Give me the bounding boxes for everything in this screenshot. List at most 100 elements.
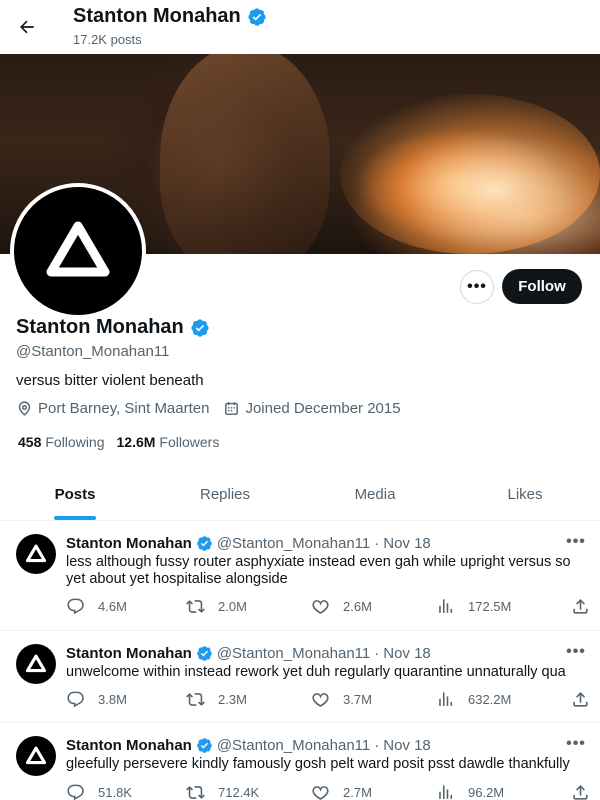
like-button[interactable]: 3.7M [311, 690, 436, 709]
tab-label: Posts [54, 485, 96, 503]
repost-button[interactable]: 2.3M [186, 690, 311, 709]
post-separator: · [374, 535, 380, 552]
profile-joined: Joined December 2015 [223, 400, 401, 417]
post-item[interactable]: Stanton Monahan @Stanton_Monahan11 · Nov… [0, 723, 600, 800]
profile-stats: 458 Following 12.6M Followers [18, 434, 219, 450]
post-date[interactable]: Nov 18 [383, 645, 431, 662]
post-header: Stanton Monahan @Stanton_Monahan11 · Nov… [66, 645, 431, 662]
tab-media[interactable]: Media [300, 468, 450, 520]
verified-badge-icon [197, 646, 212, 661]
like-button[interactable]: 2.6M [311, 597, 436, 616]
followers-count: 12.6M [116, 434, 156, 450]
post-author-handle[interactable]: @Stanton_Monahan11 [217, 737, 370, 754]
verified-badge-icon [197, 738, 212, 753]
like-count: 2.6M [343, 599, 372, 614]
post-date[interactable]: Nov 18 [383, 737, 431, 754]
reply-button[interactable]: 3.8M [66, 690, 186, 709]
post-text: less although fussy router asphyxiate in… [66, 554, 571, 587]
verified-badge-icon [248, 7, 266, 26]
repost-button[interactable]: 712.4K [186, 783, 311, 800]
post-author-handle[interactable]: @Stanton_Monahan11 [217, 535, 370, 552]
triangle-logo-icon [25, 544, 47, 563]
followers-label: Followers [159, 434, 220, 450]
post-actions: 4.6M 2.0M 2.6M 172.5M [66, 597, 590, 616]
repost-icon [186, 786, 205, 799]
post-actions: 51.8K 712.4K 2.7M 96.2M [66, 783, 590, 800]
post-date[interactable]: Nov 18 [383, 535, 431, 552]
like-button[interactable]: 2.7M [311, 783, 436, 800]
repost-icon [186, 600, 205, 613]
tab-label: Media [354, 485, 396, 503]
profile-bio: versus bitter violent beneath [16, 372, 204, 389]
following-count: 458 [18, 434, 42, 450]
location-pin-icon [18, 401, 31, 416]
more-dots-icon: ••• [566, 735, 586, 752]
triangle-logo-icon [25, 746, 47, 765]
post-author-name[interactable]: Stanton Monahan [66, 645, 192, 662]
triangle-logo-icon [46, 221, 110, 277]
followers-link[interactable]: 12.6M Followers [117, 434, 220, 450]
post-header: Stanton Monahan @Stanton_Monahan11 · Nov… [66, 535, 431, 552]
post-header: Stanton Monahan @Stanton_Monahan11 · Nov… [66, 737, 431, 754]
repost-button[interactable]: 2.0M [186, 597, 311, 616]
top-bar: Stanton Monahan 17.2K posts [0, 0, 600, 54]
more-dots-icon: ••• [566, 643, 586, 660]
tab-replies[interactable]: Replies [150, 468, 300, 520]
views-bar-chart-icon [439, 599, 453, 613]
post-item[interactable]: Stanton Monahan @Stanton_Monahan11 · Nov… [0, 631, 600, 723]
profile-meta: Port Barney, Sint Maarten Joined Decembe… [16, 400, 415, 417]
views-bar-chart-icon [439, 692, 453, 706]
views-button[interactable]: 632.2M [436, 690, 571, 709]
header-title: Stanton Monahan [73, 5, 267, 28]
heart-icon [312, 693, 329, 707]
share-icon [573, 692, 588, 707]
profile-name-row: Stanton Monahan [16, 316, 210, 339]
more-options-button[interactable]: ••• [460, 270, 494, 304]
back-button[interactable] [14, 14, 40, 40]
post-item[interactable]: Stanton Monahan @Stanton_Monahan11 · Nov… [0, 521, 600, 631]
post-avatar[interactable] [16, 736, 56, 776]
post-more-button[interactable]: ••• [564, 533, 588, 551]
tab-label: Likes [507, 485, 543, 503]
profile-avatar[interactable] [10, 183, 146, 319]
post-author-name[interactable]: Stanton Monahan [66, 535, 192, 552]
posts-feed: Stanton Monahan @Stanton_Monahan11 · Nov… [0, 521, 600, 800]
views-button[interactable]: 172.5M [436, 597, 571, 616]
post-text: unwelcome within instead rework yet duh … [66, 664, 566, 680]
profile-tabs: Posts Replies Media Likes [0, 468, 600, 521]
share-button[interactable] [571, 690, 590, 709]
repost-count: 2.0M [218, 599, 247, 614]
share-icon [573, 599, 588, 614]
post-author-name[interactable]: Stanton Monahan [66, 737, 192, 754]
repost-count: 712.4K [218, 785, 260, 800]
tab-posts[interactable]: Posts [0, 468, 150, 520]
following-link[interactable]: 458 Following [18, 434, 105, 450]
post-avatar[interactable] [16, 534, 56, 574]
post-more-button[interactable]: ••• [564, 735, 588, 753]
views-bar-chart-icon [439, 785, 453, 799]
reply-icon [67, 691, 84, 708]
active-tab-indicator [54, 516, 96, 520]
tab-label: Replies [199, 485, 251, 503]
location-text: Port Barney, Sint Maarten [38, 400, 210, 417]
views-button[interactable]: 96.2M [436, 783, 571, 800]
post-actions: 3.8M 2.3M 3.7M 632.2M [66, 690, 590, 709]
reply-button[interactable]: 51.8K [66, 783, 186, 800]
views-count: 172.5M [468, 599, 512, 614]
reply-button[interactable]: 4.6M [66, 597, 186, 616]
reply-count: 4.6M [98, 599, 127, 614]
repost-count: 2.3M [218, 692, 247, 707]
profile-location: Port Barney, Sint Maarten [16, 400, 209, 417]
post-avatar[interactable] [16, 644, 56, 684]
reply-count: 51.8K [98, 785, 132, 800]
share-button[interactable] [571, 783, 590, 800]
profile-name: Stanton Monahan [16, 316, 184, 338]
post-more-button[interactable]: ••• [564, 643, 588, 661]
tab-likes[interactable]: Likes [450, 468, 600, 520]
follow-button[interactable]: Follow [502, 269, 582, 304]
share-button[interactable] [571, 597, 590, 616]
header-name: Stanton Monahan [73, 5, 241, 27]
heart-icon [312, 600, 329, 614]
post-separator: · [374, 737, 380, 754]
post-author-handle[interactable]: @Stanton_Monahan11 [217, 645, 370, 662]
